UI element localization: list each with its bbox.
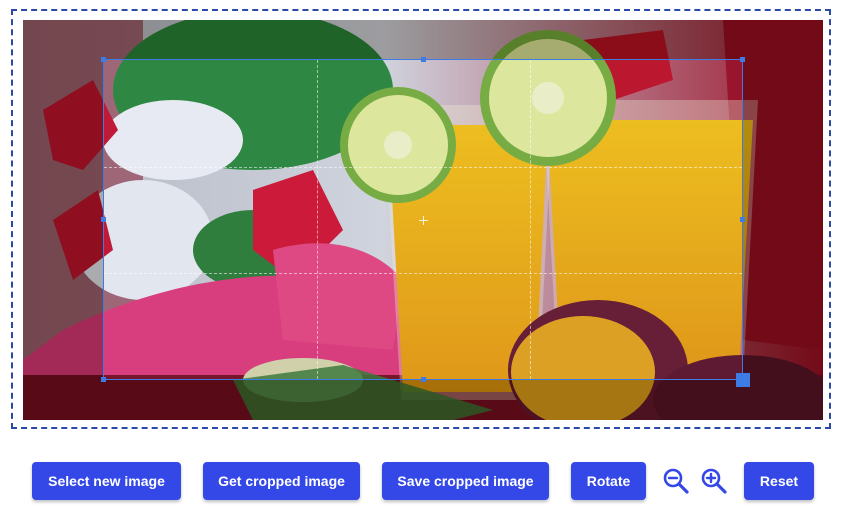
crop-handle-w[interactable] [101,217,106,222]
crop-handle-n[interactable] [421,57,426,62]
get-cropped-image-button[interactable]: Get cropped image [203,462,360,500]
crop-box[interactable] [101,57,750,387]
crop-guide-line [317,60,318,379]
crop-mask-top [23,20,823,59]
crop-handle-s[interactable] [421,377,426,382]
crop-handle-e[interactable] [740,217,745,222]
zoom-in-icon[interactable] [699,466,729,496]
save-cropped-image-button[interactable]: Save cropped image [382,462,549,500]
crop-mask-bottom [23,380,823,420]
reset-button[interactable]: Reset [744,462,814,500]
crop-guide-line [104,167,742,168]
crop-handle-se[interactable] [736,373,750,387]
crop-mask-left [23,59,103,380]
crop-guide-line [530,60,531,379]
select-new-image-button[interactable]: Select new image [32,462,181,500]
crop-handle-ne[interactable] [740,57,745,62]
zoom-out-icon[interactable] [661,466,691,496]
rotate-button[interactable]: Rotate [571,462,646,500]
crop-handle-sw[interactable] [101,377,106,382]
crop-guide-line [104,273,742,274]
crop-mask-right [743,59,823,380]
crop-center-mark [419,215,428,225]
crop-handle-nw[interactable] [101,57,106,62]
